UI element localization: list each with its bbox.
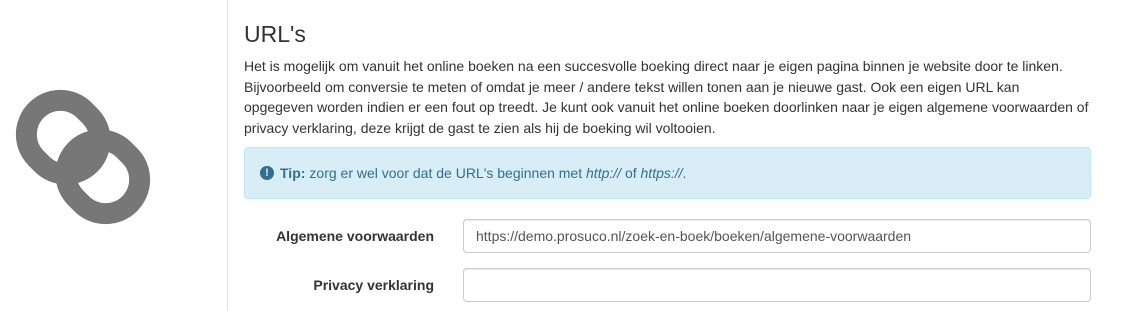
- terms-label: Algemene voorwaarden: [276, 228, 434, 244]
- exclamation-circle-icon: !: [260, 166, 274, 180]
- page-title: URL's: [244, 21, 306, 47]
- terms-url-input[interactable]: [463, 219, 1091, 253]
- form-row-terms: Algemene voorwaarden: [244, 219, 1091, 253]
- form-row-privacy: Privacy verklaring: [244, 268, 1091, 302]
- tip-https: https://: [640, 165, 683, 181]
- tip-text: zorg er wel voor dat de URL's beginnen m…: [309, 165, 583, 181]
- tip-end: .: [682, 165, 687, 181]
- tip-http: http://: [586, 165, 622, 181]
- privacy-label: Privacy verklaring: [313, 277, 434, 293]
- main-content: URL's Het is mogelijk om vanuit het onli…: [244, 0, 1091, 302]
- tip-label: Tip:: [280, 165, 306, 181]
- tip-alert: ! Tip: zorg er wel voor dat de URL's beg…: [244, 147, 1091, 199]
- link-icon: [15, 89, 151, 225]
- url-settings-page: URL's Het is mogelijk om vanuit het onli…: [0, 0, 1121, 311]
- intro-text: Het is mogelijk om vanuit het online boe…: [244, 58, 1089, 136]
- privacy-url-input[interactable]: [463, 268, 1091, 302]
- tip-or: of: [624, 165, 637, 181]
- icon-column: [0, 0, 228, 311]
